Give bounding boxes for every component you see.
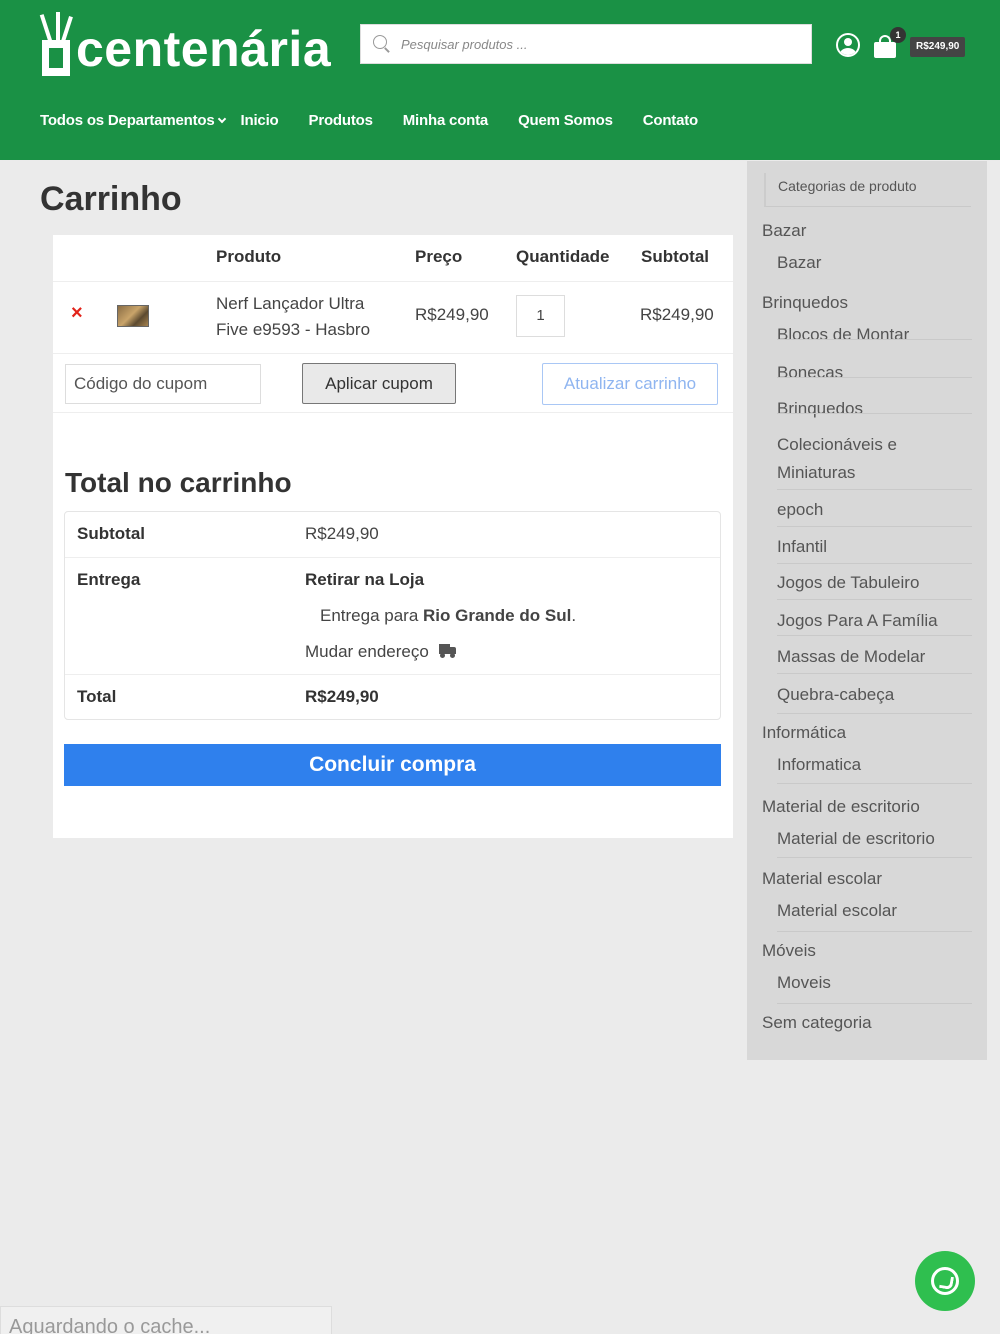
nav-item-minha-conta[interactable]: Minha conta	[403, 112, 489, 129]
sidebar-item-bazar[interactable]: Bazar	[777, 249, 987, 277]
main-nav: Todos os Departamentos Inicio Produtos M…	[40, 112, 728, 129]
nav-departments-label: Todos os Departamentos	[40, 112, 215, 129]
search-input[interactable]	[401, 36, 801, 52]
cart-count-badge: 1	[890, 27, 906, 43]
product-thumbnail[interactable]	[117, 305, 149, 327]
logo[interactable]: centenária	[38, 12, 331, 76]
sidebar-title: Categorias de produto	[764, 173, 971, 207]
coupon-code-input[interactable]	[65, 364, 261, 404]
sidebar-item-material-de-escritorio[interactable]: Material de escritorio	[777, 825, 987, 853]
coupon-row: Aplicar cupom Atualizar carrinho	[53, 353, 733, 413]
change-address-link[interactable]: Mudar endereço	[305, 642, 457, 662]
sidebar-item-colecionaveis-e-miniaturas[interactable]: Colecionáveis e Miniaturas	[777, 431, 927, 487]
sidebar-item-bonecas[interactable]: Bonecas	[777, 359, 987, 387]
shipping-label: Entrega	[77, 570, 141, 589]
sidebar-item-material-escolar[interactable]: Material escolar	[762, 865, 972, 893]
apply-coupon-button[interactable]: Aplicar cupom	[302, 363, 456, 404]
pencil-cup-icon	[38, 12, 74, 76]
shipping-destination-suffix: .	[571, 606, 577, 625]
divider	[777, 635, 972, 636]
divider	[777, 673, 972, 674]
site-header: centenária 1 R$249,90 Todos os Departame…	[0, 0, 1000, 160]
column-header-subtotal: Subtotal	[641, 247, 709, 266]
cart-total-badge[interactable]: R$249,90	[910, 37, 966, 57]
sidebar-item-blocos-de-montar[interactable]: Blocos de Montar	[777, 321, 987, 349]
nav-item-inicio[interactable]: Inicio	[241, 112, 279, 129]
sidebar-item-brinquedos[interactable]: Brinquedos	[777, 395, 987, 423]
divider	[777, 526, 972, 527]
sidebar-item-massas-de-modelar[interactable]: Massas de Modelar	[777, 643, 987, 671]
whatsapp-button[interactable]	[915, 1251, 975, 1311]
divider	[53, 281, 733, 282]
total-label: Total	[77, 687, 117, 706]
category-sidebar: Categorias de produto Bazar Bazar Brinqued…	[747, 161, 987, 1060]
sidebar-item-material-de-escritorio[interactable]: Material de escritorio	[762, 793, 972, 821]
subtotal-value: R$249,90	[305, 524, 379, 543]
sidebar-item-jogos-de-tabuleiro[interactable]: Jogos de Tabuleiro	[777, 569, 987, 597]
whatsapp-icon	[931, 1267, 959, 1295]
nav-departments[interactable]: Todos os Departamentos	[40, 112, 226, 129]
sidebar-item-brinquedos[interactable]: Brinquedos	[762, 289, 972, 317]
divider	[777, 377, 972, 378]
sidebar-item-quebra-cabeca[interactable]: Quebra-cabeça	[777, 681, 987, 709]
total-value: R$249,90	[305, 687, 379, 706]
search-icon[interactable]	[373, 35, 391, 53]
page-title: Carrinho	[40, 180, 182, 218]
nav-item-contato[interactable]: Contato	[643, 112, 698, 129]
divider	[777, 713, 972, 714]
sidebar-item-material-escolar[interactable]: Material escolar	[777, 897, 987, 925]
update-cart-button[interactable]: Atualizar carrinho	[542, 363, 718, 405]
divider	[777, 931, 972, 932]
column-header-quantity: Quantidade	[516, 247, 610, 266]
sidebar-item-infantil[interactable]: Infantil	[777, 533, 987, 561]
shipping-method: Retirar na Loja	[305, 570, 425, 589]
sidebar-item-epoch[interactable]: epoch	[777, 496, 987, 524]
cart-totals-title: Total no carrinho	[65, 467, 292, 498]
browser-status-bar: Aguardando o cache...	[0, 1306, 332, 1334]
divider	[777, 413, 972, 414]
product-subtotal: R$249,90	[640, 305, 714, 324]
divider	[777, 339, 972, 340]
truck-icon	[438, 644, 457, 658]
sidebar-item-bazar[interactable]: Bazar	[762, 217, 972, 245]
sidebar-item-moveis[interactable]: Moveis	[777, 969, 987, 997]
divider	[777, 489, 972, 490]
cart-totals-table: Subtotal R$249,90 Entrega Retirar na Loj…	[64, 511, 721, 720]
user-account-icon[interactable]	[836, 33, 860, 57]
checkout-button[interactable]: Concluir compra	[64, 744, 721, 786]
chevron-down-icon	[217, 114, 226, 123]
product-name-link[interactable]: Nerf Lançador Ultra Five e9593 - Hasbro	[216, 291, 396, 343]
sidebar-item-jogos-para-a-familia[interactable]: Jogos Para A Família	[777, 607, 987, 635]
column-header-price: Preço	[415, 247, 463, 266]
change-address-label: Mudar endereço	[305, 642, 429, 661]
logo-text: centenária	[76, 21, 332, 77]
sidebar-item-moveis[interactable]: Móveis	[762, 937, 972, 965]
divider	[777, 1003, 972, 1004]
sidebar-item-informatica[interactable]: Informatica	[777, 751, 987, 779]
column-header-product: Produto	[216, 247, 282, 266]
sidebar-item-sem-categoria[interactable]: Sem categoria	[762, 1009, 972, 1037]
shipping-destination-prefix: Entrega para	[320, 606, 424, 625]
divider	[65, 557, 720, 558]
divider	[777, 599, 972, 600]
quantity-input[interactable]: 1	[516, 295, 565, 337]
shipping-destination: Entrega para Rio Grande do Sul.	[320, 606, 576, 626]
subtotal-label: Subtotal	[77, 524, 145, 543]
sidebar-item-informatica[interactable]: Informática	[762, 719, 972, 747]
remove-icon[interactable]: ×	[71, 303, 83, 323]
nav-item-produtos[interactable]: Produtos	[309, 112, 373, 129]
divider	[777, 783, 972, 784]
search-bar	[360, 24, 812, 64]
divider	[65, 674, 720, 675]
nav-item-quem-somos[interactable]: Quem Somos	[518, 112, 613, 129]
divider	[777, 857, 972, 858]
shipping-destination-region: Rio Grande do Sul	[423, 606, 572, 625]
product-price: R$249,90	[415, 305, 489, 324]
cart-panel: Produto Preço Quantidade Subtotal × Nerf…	[53, 235, 733, 838]
divider	[777, 563, 972, 564]
